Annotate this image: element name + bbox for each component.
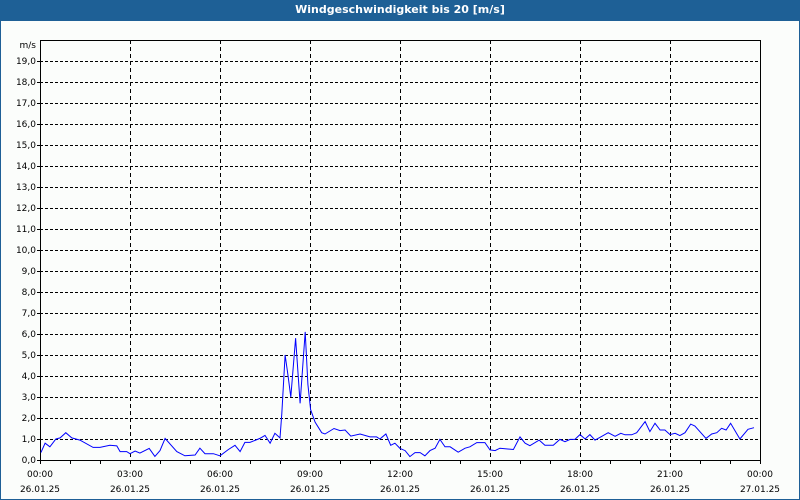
y-tick-label: 17,0 xyxy=(16,99,36,109)
x-tick-time: 15:00 xyxy=(477,470,503,480)
y-tick-label: 6,0 xyxy=(22,330,37,340)
x-tick-time: 21:00 xyxy=(657,470,683,480)
y-tick-label: 4,0 xyxy=(22,372,37,382)
x-tick-time: 09:00 xyxy=(297,470,323,480)
x-tick-date: 27.01.25 xyxy=(740,485,780,495)
x-tick-time: 06:00 xyxy=(207,470,233,480)
x-tick-date: 26.01.25 xyxy=(110,485,150,495)
y-tick-label: 11,0 xyxy=(16,225,36,235)
y-tick-label: 8,0 xyxy=(22,288,37,298)
y-tick-label: 5,0 xyxy=(22,351,37,361)
y-axis-label: m/s xyxy=(20,41,37,51)
x-tick-time: 03:00 xyxy=(117,470,143,480)
x-tick-date: 26.01.25 xyxy=(560,485,600,495)
y-tick-label: 19,0 xyxy=(16,57,36,67)
x-tick-date: 26.01.25 xyxy=(290,485,330,495)
x-tick-date: 26.01.25 xyxy=(650,485,690,495)
x-tick-time: 18:00 xyxy=(567,470,593,480)
y-tick-label: 9,0 xyxy=(22,267,37,277)
y-tick-label: 13,0 xyxy=(16,183,36,193)
y-tick-label: 15,0 xyxy=(16,141,36,151)
x-tick-date: 26.01.25 xyxy=(20,485,60,495)
x-tick-date: 26.01.25 xyxy=(470,485,510,495)
y-tick-label: 3,0 xyxy=(22,393,37,403)
x-tick-time: 00:00 xyxy=(27,470,53,480)
x-tick-time: 00:00 xyxy=(747,470,773,480)
wind-speed-chart: 0,0 1,0 2,0 3,0 4,0 5,0 6,0 7,0 8,0 9,0 10,0 11,0 12… xyxy=(16,40,780,495)
x-tick-date: 26.01.25 xyxy=(380,485,420,495)
y-tick-label: 16,0 xyxy=(16,120,36,130)
x-tick-date: 26.01.25 xyxy=(200,485,240,495)
y-tick-label: 2,0 xyxy=(22,414,37,424)
x-tick-time: 12:00 xyxy=(387,470,413,480)
y-tick-label: 10,0 xyxy=(16,246,36,256)
series-line-wind-speed xyxy=(40,331,755,458)
y-tick-label: 12,0 xyxy=(16,204,36,214)
y-tick-label: 14,0 xyxy=(16,162,36,172)
y-tick-label: 7,0 xyxy=(22,309,37,319)
y-tick-label: 0,0 xyxy=(22,456,37,466)
y-tick-label: 1,0 xyxy=(22,435,37,445)
y-tick-label: 18,0 xyxy=(16,78,36,88)
